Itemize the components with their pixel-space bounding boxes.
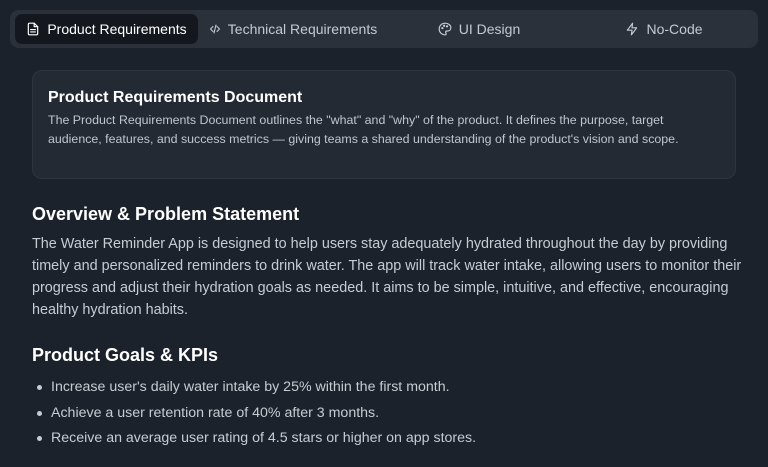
tab-label: UI Design bbox=[458, 21, 521, 37]
tab-ui-design[interactable]: UI Design bbox=[388, 14, 570, 44]
tab-label: Technical Requirements bbox=[227, 21, 378, 37]
bullet-icon bbox=[37, 385, 42, 390]
tab-no-code[interactable]: No-Code bbox=[574, 14, 754, 44]
lightning-icon bbox=[625, 22, 639, 36]
document-icon bbox=[26, 22, 40, 36]
tab-label: Product Requirements bbox=[47, 21, 187, 37]
list-item: Receive an average user rating of 4.5 st… bbox=[32, 426, 732, 452]
goals-heading: Product Goals & KPIs bbox=[32, 345, 219, 365]
palette-icon bbox=[438, 22, 452, 36]
tab-bar: Product Requirements Technical Requireme… bbox=[10, 10, 758, 48]
bullet-icon bbox=[37, 436, 42, 441]
goal-text: Achieve a user retention rate of 40% aft… bbox=[51, 404, 380, 421]
overview-heading: Overview & Problem Statement bbox=[32, 204, 300, 224]
code-icon bbox=[209, 23, 221, 35]
info-card-title: Product Requirements Document bbox=[48, 89, 303, 106]
info-card-text: The Product Requirements Document outlin… bbox=[48, 113, 679, 146]
page: Product Requirements Technical Requireme… bbox=[0, 0, 768, 467]
goals-list: Increase user's daily water intake by 25… bbox=[32, 375, 732, 452]
list-item: Increase user's daily water intake by 25… bbox=[32, 375, 732, 401]
tab-product-requirements[interactable]: Product Requirements bbox=[15, 14, 198, 44]
list-item: Achieve a user retention rate of 40% aft… bbox=[32, 401, 732, 427]
overview-text: The Water Reminder App is designed to he… bbox=[32, 236, 742, 318]
info-card: Product Requirements Document The Produc… bbox=[32, 70, 736, 179]
goal-text: Increase user's daily water intake by 25… bbox=[51, 379, 450, 395]
goal-text: Receive an average user rating of 4.5 st… bbox=[51, 430, 477, 446]
tab-technical-requirements[interactable]: Technical Requirements bbox=[202, 14, 384, 44]
tab-label: No-Code bbox=[646, 21, 703, 37]
bullet-icon bbox=[37, 410, 42, 416]
